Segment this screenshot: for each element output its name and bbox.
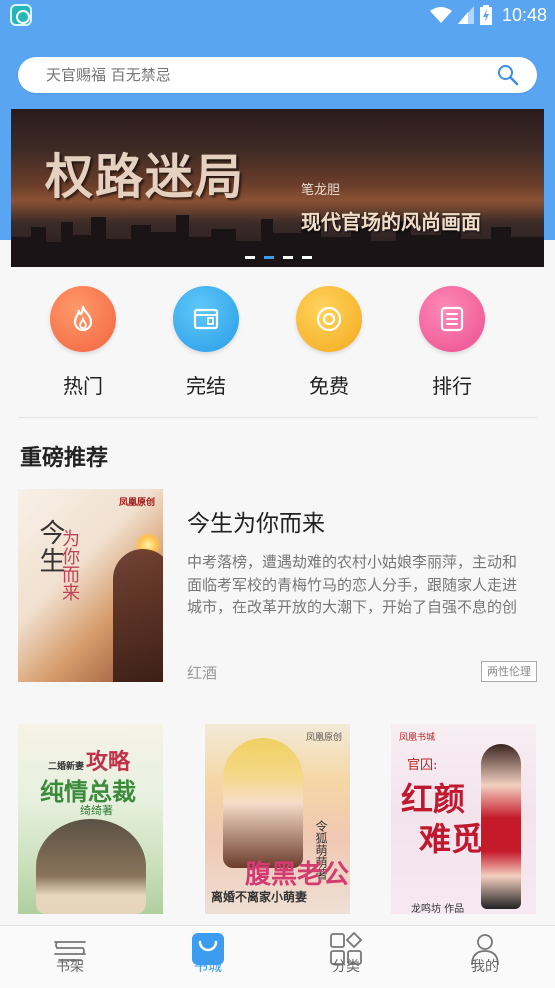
featured-book-cover[interactable]: 凤凰原创 今生 为你而来: [18, 489, 163, 682]
banner-author: 笔龙胆: [301, 183, 341, 198]
banner-dot[interactable]: [245, 256, 255, 259]
cover-title-prefix: 官囚:: [407, 758, 438, 773]
book-cover[interactable]: 二婚新妻攻略 纯情总裁 绮绮著: [18, 724, 163, 914]
category-completed[interactable]: 完结: [156, 286, 256, 399]
category-label: 热门: [63, 374, 103, 398]
cover-publisher: 凤凰原创: [305, 733, 342, 743]
bottom-navigation: 书架 书城 分类 我的: [0, 925, 555, 988]
coin-icon: [296, 286, 362, 352]
cover-author: 绮绮著: [80, 804, 113, 817]
featured-book-description: 中考落榜，遭遇劫难的农村小姑娘李丽萍，主动和面临考军校的青梅竹马的恋人分手，跟随…: [187, 553, 518, 616]
search-input[interactable]: [46, 57, 466, 93]
wifi-icon: [429, 6, 452, 24]
category-label: 免费: [309, 374, 349, 398]
cover-figure: [223, 738, 303, 868]
book-cover[interactable]: 凤凰原创 令狐萌萌著 腹黑老公 离婚不离家小萌妻: [205, 724, 350, 914]
category-label: 完结: [186, 374, 226, 398]
cover-publisher: 凤凰书城: [399, 733, 436, 743]
status-indicators: 10:48: [429, 3, 547, 27]
banner-dot[interactable]: [302, 256, 312, 259]
nav-bookstore[interactable]: 书城: [168, 932, 248, 976]
featured-book-title[interactable]: 今生为你而来: [187, 504, 325, 538]
banner-dot-active[interactable]: [264, 256, 274, 259]
book-cover[interactable]: 凤凰书城 官囚: 红颜 难觅 龙鸣坊 作品: [391, 724, 536, 914]
cover-title-second: 难觅: [419, 820, 484, 858]
fire-icon: [50, 286, 116, 352]
cover-subtitle: 为你而来: [59, 529, 80, 601]
status-bar: 10:48: [0, 0, 555, 30]
nav-label: 分类: [332, 959, 360, 975]
cover-publisher: 凤凰原创: [118, 498, 155, 508]
cover-title: 腹黑老公: [245, 860, 350, 890]
cover-figure: [481, 744, 521, 909]
cover-title-small: 二婚新妻: [48, 762, 85, 772]
banner-subtitle: 现代官场的风尚画面: [301, 210, 481, 234]
nav-profile[interactable]: 我的: [445, 932, 525, 976]
cover-figure: [36, 819, 146, 914]
app-notification-icon: [10, 4, 32, 26]
banner-dot[interactable]: [283, 256, 293, 259]
featured-book-tag: 两性伦理: [481, 661, 537, 682]
signal-icon: [457, 6, 474, 24]
category-shortcuts: 热门 完结 免费 排行: [0, 286, 555, 406]
category-free[interactable]: 免费: [279, 286, 379, 399]
nav-label: 书架: [56, 959, 84, 975]
category-ranking[interactable]: 排行: [402, 286, 502, 399]
category-label: 排行: [432, 374, 472, 398]
promo-banner[interactable]: 权路迷局 笔龙胆 现代官场的风尚画面: [11, 109, 544, 267]
banner-title: 权路迷局: [45, 149, 246, 205]
nav-bookshelf[interactable]: 书架: [30, 932, 110, 976]
category-hot[interactable]: 热门: [33, 286, 133, 399]
search-icon[interactable]: [497, 64, 519, 86]
list-icon: [419, 286, 485, 352]
featured-book-author: 红酒: [187, 664, 218, 682]
search-bar[interactable]: [18, 57, 537, 93]
battery-charging-icon: [479, 5, 492, 25]
section-divider: [18, 417, 537, 418]
cover-figure: [113, 549, 163, 682]
status-time: 10:48: [501, 4, 547, 25]
cover-author: 龙鸣坊 作品: [411, 904, 465, 914]
book-icon: [173, 286, 239, 352]
nav-category[interactable]: 分类: [306, 931, 386, 976]
cover-title-second: 离婚不离家小萌妻: [211, 890, 308, 904]
section-title: 重磅推荐: [20, 446, 109, 471]
banner-pagination: [245, 256, 312, 259]
nav-label: 书城: [194, 959, 222, 975]
nav-label: 我的: [471, 959, 499, 975]
